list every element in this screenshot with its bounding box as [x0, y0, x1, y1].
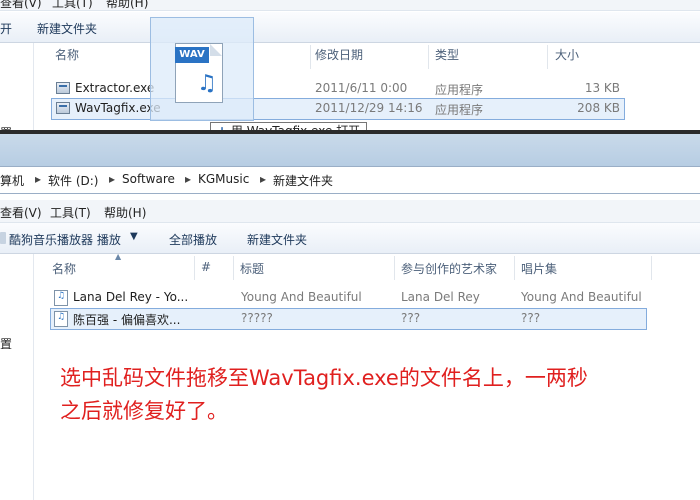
col-divider[interactable]: [310, 45, 311, 69]
file-modified: 2011/6/11 0:00: [315, 81, 408, 95]
menu-tools[interactable]: 工具(T): [52, 0, 93, 10]
file-name: 陈百强 - 偏偏喜欢...: [73, 313, 181, 327]
annotation-line-2: 之后就修复好了。: [60, 399, 228, 423]
nav-fragment: 置: [0, 337, 13, 351]
top-toolbar: 开 新建文件夹: [0, 12, 700, 43]
col-modified-header[interactable]: 修改日期: [315, 46, 363, 70]
top-menubar: 查看(V) 工具(T) 帮助(H): [0, 0, 700, 11]
chevron-right-icon[interactable]: ▸: [109, 172, 115, 186]
file-title: Young And Beautiful: [241, 290, 362, 304]
exe-file-icon: [56, 82, 70, 94]
file-row-selected[interactable]: WavTagfix.exe 2011/12/29 14:16 应用程序 208 …: [52, 100, 624, 118]
col-name-header[interactable]: 名称: [55, 46, 79, 70]
breadcrumb-software[interactable]: Software: [122, 172, 175, 186]
menu-view[interactable]: 查看(V): [0, 0, 42, 10]
col-divider[interactable]: [547, 45, 548, 69]
file-title: ?????: [241, 311, 273, 325]
col-divider[interactable]: [394, 256, 395, 280]
col-size-header[interactable]: 大小: [555, 46, 579, 70]
file-artist: ???: [401, 311, 421, 325]
file-type: 应用程序: [435, 83, 484, 97]
chevron-right-icon[interactable]: ▸: [260, 172, 266, 186]
breadcrumb-drive[interactable]: 软件 (D:): [48, 172, 98, 189]
file-row[interactable]: Extractor.exe 2011/6/11 0:00 应用程序 13 KB: [52, 80, 624, 98]
file-type: 应用程序: [435, 103, 484, 117]
bottom-toolbar: 酷狗音乐播放器 播放 ▼ 全部播放 新建文件夹: [0, 223, 700, 254]
address-bar[interactable]: 算机 ▸ 软件 (D:) ▸ Software ▸ KGMusic ▸ 新建文件…: [0, 166, 700, 194]
col-divider[interactable]: [651, 256, 652, 280]
file-name: WavTagfix.exe: [75, 101, 161, 115]
bottom-menubar: 查看(V) 工具(T) 帮助(H): [0, 200, 700, 223]
chevron-right-icon[interactable]: ▸: [185, 172, 191, 186]
window-title-bar[interactable]: [0, 134, 700, 166]
music-file-row[interactable]: Lana Del Rey - Yo... Young And Beautiful…: [52, 288, 646, 308]
wma-file-icon: [54, 290, 68, 306]
col-divider[interactable]: [428, 45, 429, 69]
new-folder-button[interactable]: 新建文件夹: [37, 20, 97, 37]
col-number-header[interactable]: #: [201, 260, 211, 274]
wav-label: WAV: [175, 47, 209, 63]
menu-help[interactable]: 帮助(H): [104, 204, 146, 221]
menu-help[interactable]: 帮助(H): [106, 0, 148, 10]
new-folder-button[interactable]: 新建文件夹: [247, 231, 307, 248]
col-artist-header[interactable]: 参与创作的艺术家: [401, 260, 497, 277]
play-icon[interactable]: [0, 232, 6, 244]
music-file-row-selected[interactable]: 陈百强 - 偏偏喜欢... ????? ??? ???: [52, 309, 646, 329]
play-with-button[interactable]: 酷狗音乐播放器 播放: [9, 231, 121, 248]
bottom-navigation-pane[interactable]: 置: [0, 254, 34, 500]
exe-file-icon: [56, 102, 70, 114]
breadcrumb-computer[interactable]: 算机: [0, 172, 24, 189]
menu-tools[interactable]: 工具(T): [50, 204, 91, 221]
col-title-header[interactable]: 标题: [240, 260, 264, 277]
col-album-header[interactable]: 唱片集: [521, 260, 557, 277]
file-size: 13 KB: [584, 81, 620, 95]
breadcrumb-new-folder[interactable]: 新建文件夹: [273, 172, 333, 189]
file-album: ???: [521, 311, 541, 325]
chevron-down-icon[interactable]: ▼: [130, 231, 138, 242]
file-album: Young And Beautiful: [521, 290, 642, 304]
file-artist: Lana Del Rey: [401, 290, 480, 304]
instruction-annotation: 选中乱码文件拖移至WavTagfix.exe的文件名上，一两秒 之后就修复好了。: [60, 362, 680, 428]
file-modified: 2011/12/29 14:16: [315, 101, 423, 115]
menu-view[interactable]: 查看(V): [0, 204, 42, 221]
annotation-line-1: 选中乱码文件拖移至WavTagfix.exe的文件名上，一两秒: [60, 366, 588, 390]
chevron-right-icon[interactable]: ▸: [35, 172, 41, 186]
breadcrumb-kgmusic[interactable]: KGMusic: [198, 172, 249, 186]
top-navigation-pane[interactable]: 置: [0, 43, 34, 140]
col-name-header[interactable]: 名称: [52, 260, 76, 277]
file-name: Lana Del Rey - Yo...: [73, 290, 189, 304]
col-type-header[interactable]: 类型: [435, 46, 459, 70]
play-all-button[interactable]: 全部播放: [169, 231, 217, 248]
wma-file-icon: [54, 311, 68, 327]
col-divider[interactable]: [233, 256, 234, 280]
file-size: 208 KB: [577, 101, 620, 115]
col-divider[interactable]: [514, 256, 515, 280]
open-button[interactable]: 开: [0, 20, 12, 37]
sort-arrow-icon: ▲: [115, 252, 122, 261]
file-name: Extractor.exe: [75, 81, 155, 95]
svg-text:♫: ♫: [197, 71, 217, 96]
col-divider[interactable]: [194, 256, 195, 280]
